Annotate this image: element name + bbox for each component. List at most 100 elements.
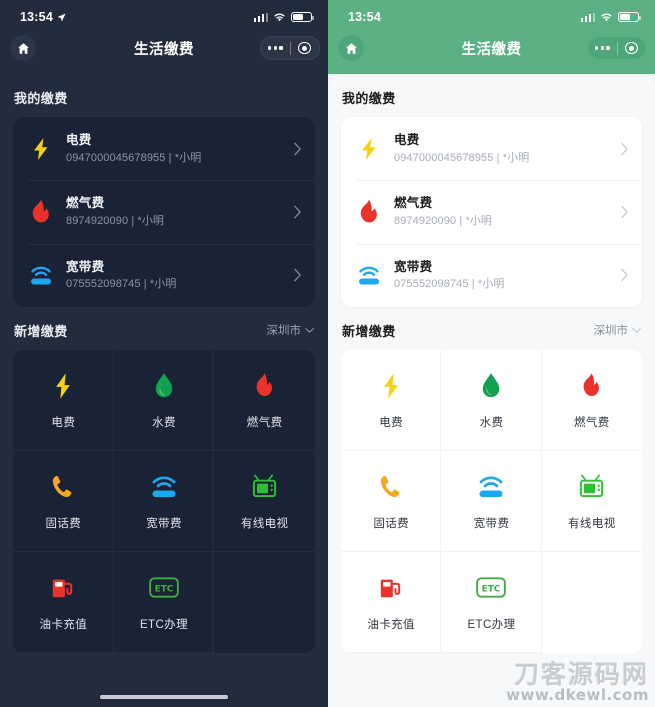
grid-item-landline[interactable]: 固话费 bbox=[341, 450, 442, 552]
chevron-right-icon[interactable] bbox=[620, 268, 629, 282]
target-circle-icon[interactable] bbox=[617, 41, 646, 55]
grid-item-broadband[interactable]: 宽带费 bbox=[441, 450, 542, 552]
bill-name: 宽带费 bbox=[394, 259, 433, 274]
list-item[interactable]: 电费 0947000045678955 | *小明 bbox=[13, 117, 315, 180]
phone-handset-icon bbox=[50, 472, 76, 502]
grid-item-label: ETC办理 bbox=[467, 618, 516, 631]
bill-name: 燃气费 bbox=[66, 196, 105, 211]
cellular-signal-icon bbox=[253, 12, 268, 22]
grid-item-label: 燃气费 bbox=[573, 416, 610, 429]
grid-item-etc[interactable]: ETC ETC办理 bbox=[441, 551, 542, 653]
grid-item-broadband[interactable]: 宽带费 bbox=[113, 450, 215, 552]
chevron-right-icon[interactable] bbox=[293, 268, 302, 282]
bill-name: 电费 bbox=[394, 133, 420, 147]
router-wifi-icon bbox=[476, 472, 506, 502]
chevron-right-icon[interactable] bbox=[293, 205, 302, 219]
router-wifi-icon bbox=[149, 472, 179, 502]
flame-icon bbox=[254, 371, 275, 401]
status-bar-time: 13:54 bbox=[348, 10, 381, 24]
list-item[interactable]: 宽带费 075552098745 | *小明 bbox=[341, 243, 642, 307]
svg-text:ETC: ETC bbox=[482, 585, 501, 595]
navigation-bar: 生活缴费 bbox=[0, 28, 328, 68]
bill-account: 8974920090 | *小明 bbox=[394, 215, 493, 227]
grid-item-electricity[interactable]: 电费 bbox=[13, 349, 114, 451]
home-button[interactable] bbox=[10, 35, 36, 61]
etc-tag-icon: ETC bbox=[476, 573, 507, 603]
grid-item-electricity[interactable]: 电费 bbox=[341, 349, 442, 451]
bill-account: 8974920090 | *小明 bbox=[66, 215, 165, 227]
grid-item-gas[interactable]: 燃气费 bbox=[214, 350, 315, 451]
add-bills-grid: 电费 水费 燃气费 固话费 宽带费 有线电视 油卡充值 ETC ETC办理 bbox=[341, 349, 642, 653]
mini-program-capsule[interactable] bbox=[260, 36, 320, 60]
more-dots-icon[interactable] bbox=[588, 46, 617, 50]
lightning-bolt-icon bbox=[356, 136, 382, 162]
chevron-right-icon[interactable] bbox=[620, 142, 629, 156]
grid-item-label: 固话费 bbox=[45, 517, 82, 530]
add-bills-grid: 电费 水费 燃气费 固话费 宽带费 有线电视 油卡充值 ETC ETC办理 bbox=[13, 349, 315, 653]
list-item[interactable]: 燃气费 8974920090 | *小明 bbox=[13, 180, 315, 243]
list-item[interactable]: 燃气费 8974920090 | *小明 bbox=[341, 180, 642, 243]
chevron-right-icon[interactable] bbox=[293, 142, 302, 156]
grid-item-empty bbox=[542, 552, 642, 653]
bill-account: 0947000045678955 | *小明 bbox=[66, 151, 202, 164]
battery-icon bbox=[618, 11, 641, 23]
grid-item-label: 水费 bbox=[479, 416, 504, 429]
grid-item-label: 电费 bbox=[379, 416, 404, 429]
grid-item-fuel-card[interactable]: 油卡充值 bbox=[13, 551, 114, 653]
city-label: 深圳市 bbox=[266, 325, 302, 338]
status-bar-left: 13:54 bbox=[348, 10, 381, 24]
list-item-text: 电费 0947000045678955 | *小明 bbox=[394, 131, 608, 166]
my-bills-card: 电费 0947000045678955 | *小明 燃气费 8974920090… bbox=[341, 117, 642, 307]
grid-item-label: 油卡充值 bbox=[367, 618, 415, 631]
my-bills-title: 我的缴费 bbox=[14, 91, 68, 106]
chevron-right-icon[interactable] bbox=[620, 205, 629, 219]
grid-item-etc[interactable]: ETC ETC办理 bbox=[113, 551, 215, 653]
bill-name: 电费 bbox=[66, 133, 92, 147]
grid-item-label: 有线电视 bbox=[240, 517, 289, 530]
grid-item-cable-tv[interactable]: 有线电视 bbox=[214, 451, 315, 552]
target-circle-icon[interactable] bbox=[290, 41, 319, 55]
more-dots-icon[interactable] bbox=[261, 46, 290, 50]
bill-account: 0947000045678955 | *小明 bbox=[394, 151, 530, 164]
router-wifi-icon bbox=[356, 262, 382, 288]
grid-item-cable-tv[interactable]: 有线电视 bbox=[541, 451, 642, 552]
water-drop-icon bbox=[480, 371, 502, 401]
list-item-text: 电费 0947000045678955 | *小明 bbox=[66, 131, 281, 166]
battery-icon bbox=[291, 11, 314, 23]
city-selector[interactable]: 深圳市 bbox=[267, 322, 315, 338]
add-bills-title: 新增缴费 bbox=[14, 323, 68, 339]
grid-item-label: ETC办理 bbox=[139, 618, 188, 631]
city-selector[interactable]: 深圳市 bbox=[594, 322, 642, 338]
home-button[interactable] bbox=[338, 35, 364, 61]
grid-item-label: 电费 bbox=[51, 416, 76, 429]
grid-item-gas[interactable]: 燃气费 bbox=[541, 350, 642, 451]
grid-item-label: 宽带费 bbox=[146, 517, 182, 530]
grid-item-label: 水费 bbox=[152, 416, 176, 429]
grid-item-water[interactable]: 水费 bbox=[441, 349, 542, 451]
add-bills-header: 新增缴费 深圳市 bbox=[328, 307, 655, 350]
grid-item-label: 固话费 bbox=[373, 517, 410, 530]
status-bar-time: 13:54 bbox=[20, 10, 53, 24]
content-sheet: 我的缴费 电费 0947000045678955 | *小明 燃气费 89749… bbox=[328, 74, 655, 707]
wifi-icon bbox=[601, 13, 612, 22]
dark-theme-phone-screen: 13:54 生活缴费 我的缴费 电费 0947000045678955 | *小… bbox=[0, 0, 328, 707]
fuel-pump-icon bbox=[378, 573, 404, 603]
mini-program-capsule[interactable] bbox=[587, 36, 647, 60]
list-item[interactable]: 宽带费 075552098745 | *小明 bbox=[13, 243, 315, 307]
content-sheet: 我的缴费 电费 0947000045678955 | *小明 燃气费 89749… bbox=[0, 74, 328, 707]
status-bar-left: 13:54 bbox=[20, 10, 66, 24]
flame-icon bbox=[28, 199, 54, 225]
fuel-pump-icon bbox=[50, 573, 76, 603]
list-item-text: 宽带费 075552098745 | *小明 bbox=[66, 258, 281, 293]
grid-item-water[interactable]: 水费 bbox=[113, 349, 215, 451]
light-theme-phone-screen: 13:54 生活缴费 我的缴费 电费 0947000045678955 | *小… bbox=[328, 0, 655, 707]
grid-item-fuel-card[interactable]: 油卡充值 bbox=[341, 551, 442, 653]
home-icon bbox=[17, 42, 29, 54]
grid-item-label: 燃气费 bbox=[246, 416, 283, 429]
my-bills-header: 我的缴费 bbox=[0, 74, 328, 117]
grid-item-landline[interactable]: 固话费 bbox=[13, 450, 114, 552]
list-item[interactable]: 电费 0947000045678955 | *小明 bbox=[341, 117, 642, 180]
router-wifi-icon bbox=[28, 262, 54, 288]
add-bills-title: 新增缴费 bbox=[342, 323, 396, 339]
bill-account: 075552098745 | *小明 bbox=[66, 278, 177, 291]
